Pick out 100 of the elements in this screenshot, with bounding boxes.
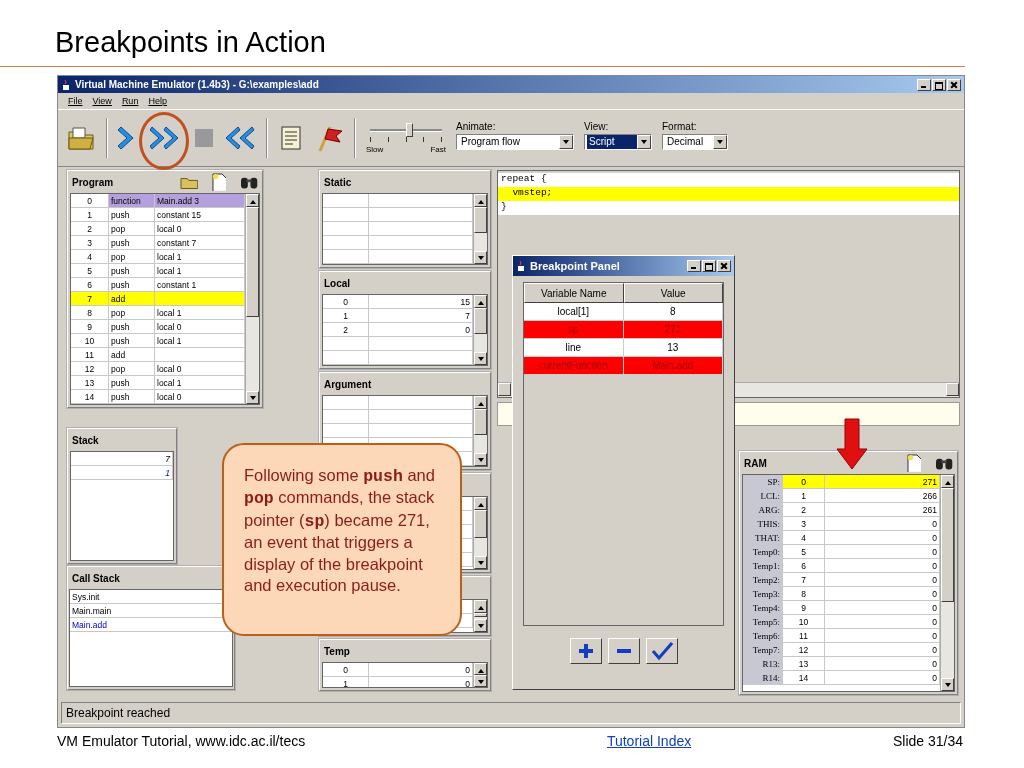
program-row[interactable]: 8 pop local 1 bbox=[71, 306, 245, 320]
table-cell: 8 bbox=[623, 303, 723, 320]
breakpoint-row[interactable]: local[1] 8 bbox=[524, 303, 723, 321]
register-label: SP: bbox=[743, 475, 783, 488]
scroll-bar[interactable] bbox=[473, 497, 487, 569]
slider-thumb[interactable] bbox=[406, 122, 413, 137]
close-button[interactable] bbox=[717, 260, 731, 272]
table-cell: 0 bbox=[323, 663, 369, 676]
ram-row[interactable]: R14: 14 0 bbox=[743, 671, 940, 685]
program-row[interactable]: 1 push constant 15 bbox=[71, 208, 245, 222]
ram-row[interactable]: Temp3: 8 0 bbox=[743, 587, 940, 601]
ram-row[interactable]: Temp2: 7 0 bbox=[743, 573, 940, 587]
dropdown[interactable]: Script bbox=[584, 133, 652, 150]
table-cell: 12 bbox=[783, 643, 825, 656]
ram-row[interactable]: R13: 13 0 bbox=[743, 657, 940, 671]
confirm-button[interactable] bbox=[645, 638, 678, 664]
maximize-button[interactable] bbox=[932, 78, 946, 91]
table-cell: add bbox=[109, 348, 155, 361]
ram-row[interactable]: Temp4: 9 0 bbox=[743, 601, 940, 615]
column-header[interactable]: Variable Name bbox=[524, 283, 624, 303]
program-row[interactable]: 3 push constant 7 bbox=[71, 236, 245, 250]
menu-item[interactable]: File bbox=[68, 96, 83, 106]
slide-title: Breakpoints in Action bbox=[0, 0, 965, 67]
table-cell: 14 bbox=[71, 390, 109, 403]
table-cell: 8 bbox=[71, 306, 109, 319]
register-label: THIS: bbox=[743, 517, 783, 530]
table-cell: currentFunction bbox=[524, 357, 624, 374]
program-row[interactable]: 2 pop local 0 bbox=[71, 222, 245, 236]
ram-row[interactable]: LCL: 1 266 bbox=[743, 489, 940, 503]
ram-row[interactable]: THIS: 3 0 bbox=[743, 517, 940, 531]
panel-title: Local bbox=[324, 277, 352, 289]
down-arrow-icon bbox=[836, 418, 868, 470]
ram-row[interactable]: THAT: 4 0 bbox=[743, 531, 940, 545]
table-cell: push bbox=[109, 278, 155, 291]
register-label: R14: bbox=[743, 671, 783, 684]
new-document-icon[interactable] bbox=[211, 173, 226, 191]
minimize-button[interactable] bbox=[687, 260, 701, 272]
close-button[interactable] bbox=[947, 78, 961, 91]
program-row[interactable]: 14 push local 0 bbox=[71, 390, 245, 404]
panel-title: Static bbox=[324, 176, 353, 188]
register-label: Temp3: bbox=[743, 587, 783, 600]
ram-row[interactable]: Temp6: 11 0 bbox=[743, 629, 940, 643]
double-chevron-left-icon[interactable] bbox=[224, 125, 256, 151]
table-cell: 13 bbox=[71, 376, 109, 389]
program-row[interactable]: 7 add bbox=[71, 292, 245, 306]
table-cell: 9 bbox=[71, 320, 109, 333]
ram-row[interactable]: SP: 0 271 bbox=[743, 475, 940, 489]
ram-row[interactable]: Temp7: 12 0 bbox=[743, 643, 940, 657]
tutorial-index-link[interactable]: Tutorial Index bbox=[606, 733, 692, 749]
scroll-bar[interactable] bbox=[473, 396, 487, 466]
scroll-bar[interactable] bbox=[473, 295, 487, 365]
dropdown[interactable]: Program flow bbox=[456, 133, 574, 150]
program-row[interactable]: 4 pop local 1 bbox=[71, 250, 245, 264]
dropdown[interactable]: Decimal bbox=[662, 133, 728, 150]
scroll-bar[interactable] bbox=[473, 663, 487, 687]
program-row[interactable]: 13 push local 1 bbox=[71, 376, 245, 390]
dropdown-label: Format: bbox=[662, 120, 698, 132]
program-row[interactable]: 12 pop local 0 bbox=[71, 362, 245, 376]
scroll-bar[interactable] bbox=[473, 600, 487, 632]
add-button[interactable] bbox=[569, 638, 602, 664]
table-cell: 2 bbox=[783, 503, 825, 516]
dropdown-label: View: bbox=[584, 120, 610, 132]
open-folder-icon[interactable] bbox=[66, 124, 96, 152]
program-row[interactable]: 0 function Main.add 3 bbox=[71, 194, 245, 208]
ram-row[interactable]: ARG: 2 261 bbox=[743, 503, 940, 517]
column-header[interactable]: Value bbox=[623, 283, 723, 303]
coffee-cup-icon bbox=[61, 78, 71, 91]
maximize-button[interactable] bbox=[702, 260, 716, 272]
program-row[interactable]: 5 push local 1 bbox=[71, 264, 245, 278]
table-cell: line bbox=[524, 339, 624, 356]
table-cell: push bbox=[109, 236, 155, 249]
program-row[interactable]: 11 add bbox=[71, 348, 245, 362]
menu-item[interactable]: Help bbox=[148, 96, 167, 106]
menu-item[interactable]: Run bbox=[121, 96, 139, 106]
scroll-bar[interactable] bbox=[940, 475, 954, 691]
register-label: Temp6: bbox=[743, 629, 783, 642]
scroll-bar[interactable] bbox=[245, 194, 259, 404]
table-cell: pop bbox=[109, 250, 155, 263]
table-cell: 11 bbox=[71, 348, 109, 361]
new-document-icon[interactable] bbox=[906, 454, 921, 472]
remove-button[interactable] bbox=[607, 638, 640, 664]
table-cell: push bbox=[109, 208, 155, 221]
stack-value: 1 bbox=[71, 466, 173, 479]
scroll-bar[interactable] bbox=[473, 194, 487, 264]
scroll-document-icon[interactable] bbox=[278, 124, 304, 152]
ram-row[interactable]: Temp1: 6 0 bbox=[743, 559, 940, 573]
minimize-button[interactable] bbox=[917, 78, 931, 91]
status-bar: Breakpoint reached bbox=[61, 702, 961, 724]
menu-item[interactable]: View bbox=[92, 96, 112, 106]
table-cell: 1 bbox=[71, 208, 109, 221]
breakpoint-row[interactable]: line 13 bbox=[524, 339, 723, 357]
table-cell: 3 bbox=[71, 236, 109, 249]
ram-row[interactable]: Temp5: 10 0 bbox=[743, 615, 940, 629]
program-row[interactable]: 10 push local 1 bbox=[71, 334, 245, 348]
table-cell: 1 bbox=[323, 677, 369, 687]
ram-row[interactable]: Temp0: 5 0 bbox=[743, 545, 940, 559]
table-cell: 5 bbox=[783, 545, 825, 558]
window-title: Virtual Machine Emulator (1.4b3) - G:\examples\add bbox=[75, 79, 320, 90]
program-row[interactable]: 9 push local 0 bbox=[71, 320, 245, 334]
register-label: LCL: bbox=[743, 489, 783, 502]
